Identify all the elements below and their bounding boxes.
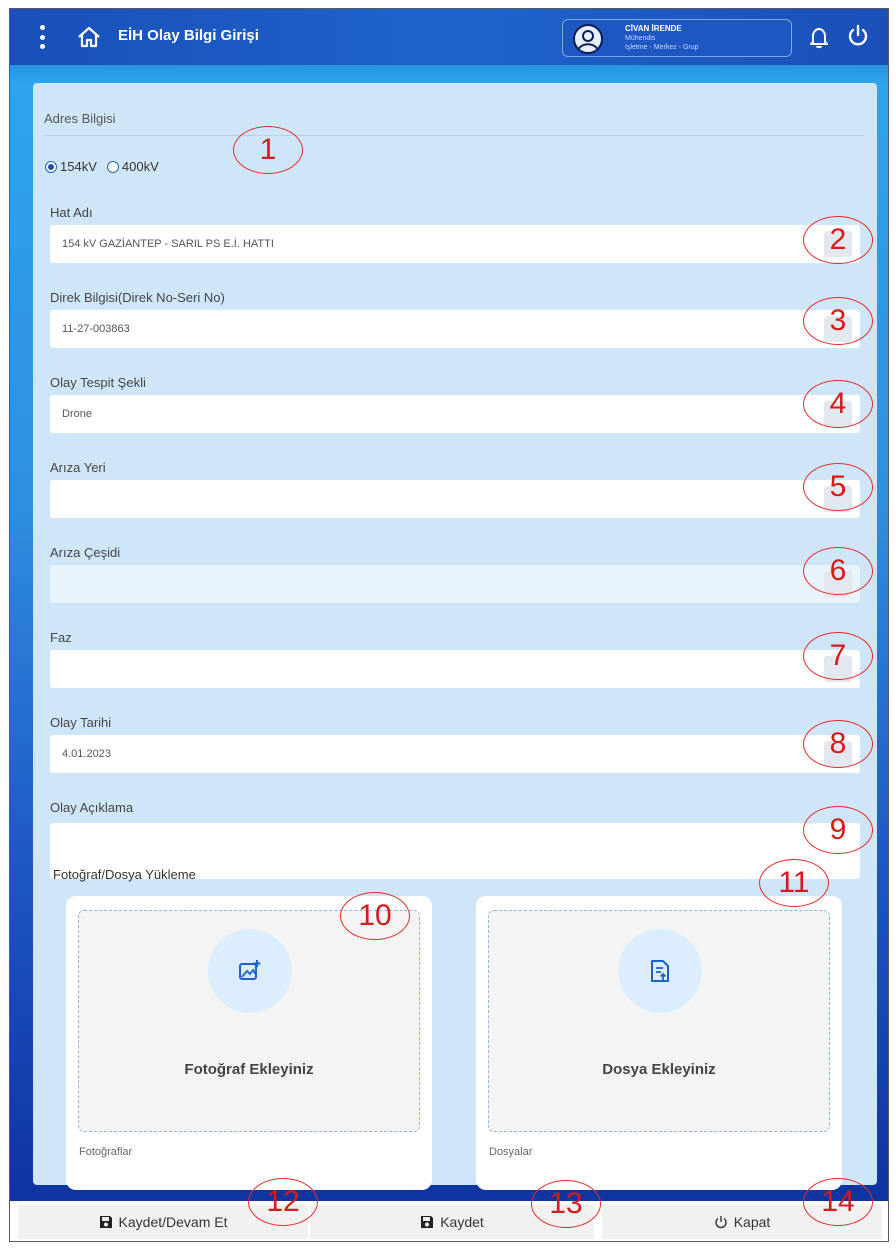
annotation-5: 5 [803,463,873,511]
top-bar: EİH Olay Bilgi Girişi CİVAN İRENDE Mühen… [10,9,888,65]
upload-section-title: Fotoğraf/Dosya Yükleme [53,867,196,882]
olay-tespit-label: Olay Tespit Şekli [50,375,146,390]
user-role: Mühendis [625,35,656,42]
save-label: Kaydet [440,1214,484,1230]
faz-select[interactable] [50,650,860,688]
user-profile[interactable]: CİVAN İRENDE Mühendis İşletme - Merkez -… [562,19,792,57]
annotation-10: 10 [340,892,410,940]
olay-tarihi-value: 4.01.2023 [62,748,111,760]
olay-tarihi-input[interactable]: 4.01.2023 [50,735,860,773]
olay-tespit-value: Drone [62,408,92,420]
add-photo-icon [208,929,292,1013]
voltage-radio-group: 154kV 400kV [45,159,169,174]
add-file-icon [618,929,702,1013]
save-icon [421,1216,434,1228]
bell-icon[interactable] [808,25,830,49]
hat-adi-value: 154 kV GAZİANTEP - SARIL PS E.İ. HATTI [62,238,274,250]
annotation-14: 14 [803,1178,873,1226]
hat-adi-select[interactable]: 154 kV GAZİANTEP - SARIL PS E.İ. HATTI [50,225,860,263]
file-upload-card: Dosya Ekleyiniz Dosyalar [476,896,842,1190]
hat-adi-label: Hat Adı [50,205,93,220]
photo-caption: Fotoğraflar [79,1146,133,1158]
app-title: EİH Olay Bilgi Girişi [118,27,259,44]
annotation-12: 12 [248,1178,318,1226]
annotation-9: 9 [803,806,873,854]
annotation-4: 4 [803,380,873,428]
ariza-cesidi-label: Arıza Çeşidi [50,545,121,560]
faz-label: Faz [50,630,72,645]
annotation-6: 6 [803,547,873,595]
annotation-1: 1 [233,126,303,174]
annotation-2: 2 [803,216,873,264]
photo-drop-label: Fotoğraf Ekleyiniz [184,1061,314,1078]
section-divider [44,135,864,136]
radio-154kv[interactable] [45,160,57,173]
close-label: Kapat [733,1214,771,1230]
file-drop-zone[interactable]: Dosya Ekleyiniz [488,910,830,1132]
photo-upload-card: Fotoğraf Ekleyiniz Fotoğraflar [66,896,432,1190]
home-icon[interactable] [76,25,102,49]
radio-label-400kv: 400kV [121,159,159,174]
file-drop-label: Dosya Ekleyiniz [602,1061,716,1078]
direk-bilgisi-select[interactable]: 11-27-003863 [50,310,860,348]
annotation-7: 7 [803,632,873,680]
app-window: EİH Olay Bilgi Girişi CİVAN İRENDE Mühen… [9,8,889,1242]
power-icon [715,1216,727,1229]
ariza-yeri-label: Arıza Yeri [50,460,106,475]
annotation-8: 8 [803,720,873,768]
radio-400kv[interactable] [106,160,119,173]
footer-bar: Kaydet/Devam Et Kaydet Kapat [10,1201,888,1241]
annotation-11: 11 [759,859,829,907]
section-title: Adres Bilgisi [44,111,116,126]
direk-bilgisi-label: Direk Bilgisi(Direk No-Seri No) [50,290,225,305]
radio-label-154kv: 154kV [60,159,97,174]
olay-aciklama-label: Olay Açıklama [50,800,134,815]
user-unit: İşletme - Merkez - Grup [625,44,699,51]
save-continue-label: Kaydet/Devam Et [118,1214,228,1230]
annotation-13: 13 [531,1180,601,1228]
ariza-cesidi-select[interactable] [50,565,860,603]
photo-drop-zone[interactable]: Fotoğraf Ekleyiniz [78,910,420,1132]
direk-bilgisi-value: 11-27-003863 [62,323,130,335]
file-caption: Dosyalar [489,1146,533,1158]
olay-tarihi-label: Olay Tarihi [50,715,112,730]
ariza-yeri-select[interactable] [50,480,860,518]
menu-kebab-icon[interactable] [34,25,50,49]
power-icon[interactable] [846,24,870,48]
user-name: CİVAN İRENDE [625,24,682,33]
avatar-icon [573,24,603,54]
save-icon [99,1216,112,1228]
annotation-3: 3 [803,297,873,345]
olay-tespit-select[interactable]: Drone [50,395,860,433]
